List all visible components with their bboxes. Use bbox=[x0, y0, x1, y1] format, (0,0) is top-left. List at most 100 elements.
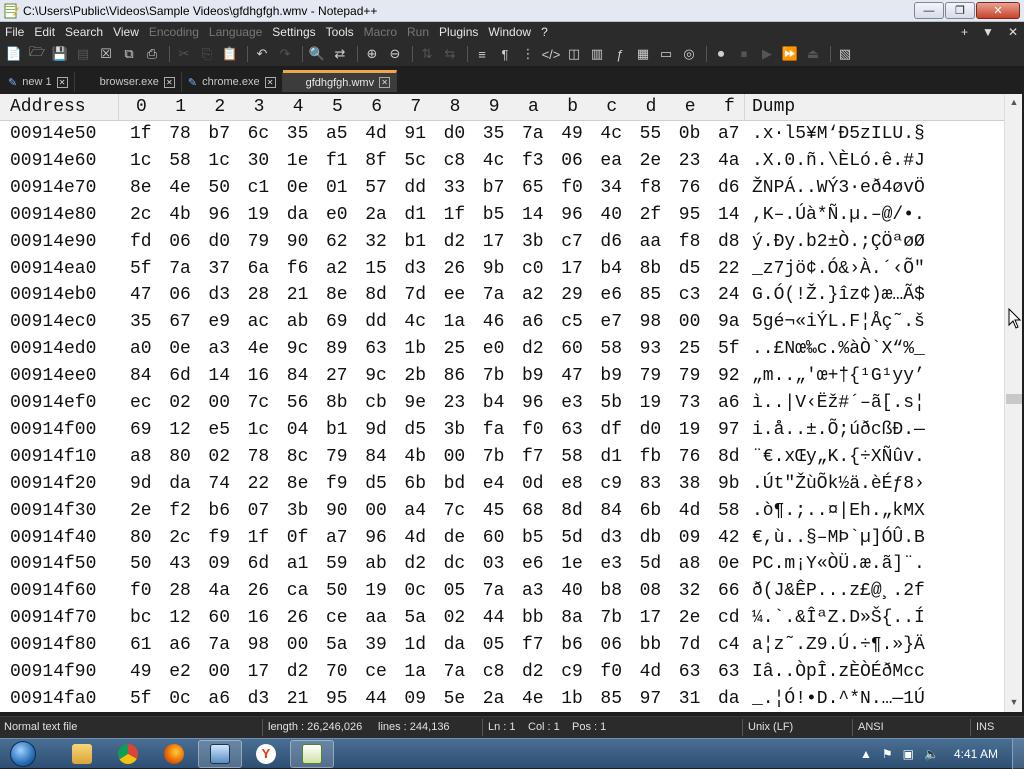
hex-byte-cell[interactable]: 02 bbox=[169, 393, 191, 413]
hex-byte-cell[interactable]: 56 bbox=[287, 393, 309, 413]
tab-close-icon[interactable]: ✕ bbox=[264, 76, 276, 88]
show-hidden-icons-icon[interactable]: ▲ bbox=[860, 747, 872, 761]
tab-close-icon[interactable]: ✕ bbox=[379, 77, 391, 88]
menu-tools[interactable]: Tools bbox=[321, 22, 359, 42]
hex-byte-cell[interactable]: 9b bbox=[483, 259, 505, 279]
hex-byte-cell[interactable]: 0b bbox=[679, 124, 701, 144]
hex-byte-cell[interactable]: db bbox=[640, 528, 662, 548]
hex-byte-cell[interactable]: 0e bbox=[169, 339, 191, 359]
hex-byte-cell[interactable]: e0 bbox=[326, 205, 348, 225]
hex-byte-cell[interactable]: f7 bbox=[522, 635, 544, 655]
hex-byte-cell[interactable]: 9c bbox=[287, 339, 309, 359]
hex-row-dump[interactable]: ,K–.Úà*Ñ.µ.–@/•. bbox=[752, 205, 925, 225]
hex-byte-cell[interactable]: 04 bbox=[287, 420, 309, 440]
hex-row[interactable]: 00914ef0 ec 02 00 7c 56 8b cb 9e 23 b4 96 e3 5b 19 73 a6… bbox=[0, 391, 1004, 418]
remote-desktop-icon[interactable] bbox=[198, 740, 242, 768]
hex-byte-cell[interactable]: 2e bbox=[679, 608, 701, 628]
hex-byte-cell[interactable]: 19 bbox=[640, 393, 662, 413]
hex-byte-cell[interactable]: c1 bbox=[248, 178, 270, 198]
hex-byte-cell[interactable]: 8d bbox=[718, 447, 740, 467]
hex-byte-cell[interactable]: 60 bbox=[208, 608, 230, 628]
hex-byte-cell[interactable]: b4 bbox=[600, 259, 622, 279]
hex-byte-cell[interactable]: 69 bbox=[130, 420, 152, 440]
hex-byte-cell[interactable]: 37 bbox=[208, 259, 230, 279]
scroll-down-arrow-icon[interactable]: ▼ bbox=[1005, 694, 1023, 710]
close-window-button[interactable]: ✕ bbox=[976, 2, 1020, 19]
hex-byte-cell[interactable]: 5e bbox=[444, 689, 466, 709]
hex-byte-cell[interactable]: 98 bbox=[248, 635, 270, 655]
hex-row-dump[interactable]: ¨€.xŒy„K.{÷XÑûv. bbox=[752, 447, 925, 467]
menu-file[interactable]: File bbox=[0, 22, 29, 42]
hex-byte-cell[interactable]: b7 bbox=[208, 124, 230, 144]
hex-byte-cell[interactable]: 6d bbox=[248, 554, 270, 574]
hex-byte-cell[interactable]: 31 bbox=[679, 689, 701, 709]
hex-byte-cell[interactable]: 35 bbox=[287, 124, 309, 144]
hex-byte-cell[interactable]: a8 bbox=[130, 447, 152, 467]
hex-byte-cell[interactable]: 93 bbox=[640, 339, 662, 359]
hex-byte-cell[interactable]: 2a bbox=[365, 205, 387, 225]
hex-byte-cell[interactable]: 38 bbox=[679, 474, 701, 494]
hex-byte-cell[interactable]: 96 bbox=[522, 393, 544, 413]
hex-byte-cell[interactable]: bb bbox=[522, 608, 544, 628]
tab-new-1[interactable]: ✎ new 1 ✕ bbox=[2, 72, 75, 92]
hex-byte-cell[interactable]: 40 bbox=[561, 581, 583, 601]
hex-byte-cell[interactable]: 00 bbox=[208, 662, 230, 682]
hex-byte-cell[interactable]: d5 bbox=[365, 474, 387, 494]
hex-byte-cell[interactable]: 27 bbox=[326, 366, 348, 386]
hex-byte-cell[interactable]: a6 bbox=[522, 312, 544, 332]
scroll-up-arrow-icon[interactable]: ▲ bbox=[1005, 94, 1023, 110]
hex-byte-cell[interactable]: 4e bbox=[169, 178, 191, 198]
hex-byte-cell[interactable]: ec bbox=[130, 393, 152, 413]
hex-byte-cell[interactable]: ea bbox=[600, 151, 622, 171]
hex-byte-cell[interactable]: 7d bbox=[679, 635, 701, 655]
hex-byte-cell[interactable]: e5 bbox=[208, 420, 230, 440]
hex-byte-cell[interactable]: 2c bbox=[169, 528, 191, 548]
hex-byte-cell[interactable]: f3 bbox=[522, 151, 544, 171]
hex-byte-cell[interactable]: 55 bbox=[640, 124, 662, 144]
hex-byte-cell[interactable]: f0 bbox=[130, 581, 152, 601]
hex-byte-cell[interactable]: 50 bbox=[130, 554, 152, 574]
hex-byte-cell[interactable]: f6 bbox=[287, 259, 309, 279]
hex-byte-cell[interactable]: c9 bbox=[600, 474, 622, 494]
hex-byte-cell[interactable]: b5 bbox=[483, 205, 505, 225]
hex-byte-cell[interactable]: f0 bbox=[522, 420, 544, 440]
tab-chrome-exe[interactable]: ✎ chrome.exe ✕ bbox=[182, 72, 283, 92]
hex-byte-cell[interactable]: 6b bbox=[640, 501, 662, 521]
hex-byte-cell[interactable]: 09 bbox=[208, 554, 230, 574]
hex-byte-cell[interactable]: 40 bbox=[600, 205, 622, 225]
hex-byte-cell[interactable]: 5f bbox=[130, 259, 152, 279]
hex-byte-cell[interactable]: 7a bbox=[169, 259, 191, 279]
word-wrap-icon[interactable]: ≡ bbox=[472, 44, 492, 64]
hex-byte-cell[interactable]: 23 bbox=[679, 151, 701, 171]
hex-byte-cell[interactable]: a5 bbox=[326, 124, 348, 144]
hex-byte-cell[interactable]: 7a bbox=[483, 581, 505, 601]
hex-byte-cell[interactable]: fa bbox=[483, 420, 505, 440]
hex-byte-cell[interactable]: da bbox=[444, 635, 466, 655]
redo-icon[interactable]: ↷ bbox=[275, 44, 295, 64]
hex-byte-cell[interactable]: d6 bbox=[718, 178, 740, 198]
hex-byte-cell[interactable]: 25 bbox=[679, 339, 701, 359]
hex-byte-cell[interactable]: 12 bbox=[169, 420, 191, 440]
hex-byte-cell[interactable]: 74 bbox=[208, 474, 230, 494]
hex-byte-cell[interactable]: a6 bbox=[718, 393, 740, 413]
run-macro-multiple-icon[interactable]: ⏩ bbox=[780, 44, 800, 64]
hex-byte-cell[interactable]: f2 bbox=[169, 501, 191, 521]
monitor-icon[interactable]: ▭ bbox=[656, 44, 676, 64]
hex-byte-cell[interactable]: c5 bbox=[561, 312, 583, 332]
menu-plugins[interactable]: Plugins bbox=[434, 22, 483, 42]
hex-byte-cell[interactable]: 25 bbox=[444, 339, 466, 359]
close-icon[interactable]: ☒ bbox=[96, 44, 116, 64]
hex-byte-cell[interactable]: 79 bbox=[640, 366, 662, 386]
hex-byte-cell[interactable]: 3b bbox=[522, 232, 544, 252]
hex-row-dump[interactable]: „m..„'œ+†{¹G¹yy’ bbox=[752, 366, 925, 386]
start-button[interactable] bbox=[4, 739, 42, 769]
hex-byte-cell[interactable]: d0 bbox=[444, 124, 466, 144]
hex-byte-cell[interactable]: 06 bbox=[169, 285, 191, 305]
hex-byte-cell[interactable]: f8 bbox=[640, 178, 662, 198]
hex-byte-cell[interactable]: 57 bbox=[365, 178, 387, 198]
hex-byte-cell[interactable]: ce bbox=[365, 662, 387, 682]
hex-byte-cell[interactable]: 2e bbox=[640, 151, 662, 171]
xml-tags-icon[interactable]: </> bbox=[541, 44, 561, 64]
hex-byte-cell[interactable]: fd bbox=[130, 232, 152, 252]
hex-byte-cell[interactable]: cb bbox=[365, 393, 387, 413]
